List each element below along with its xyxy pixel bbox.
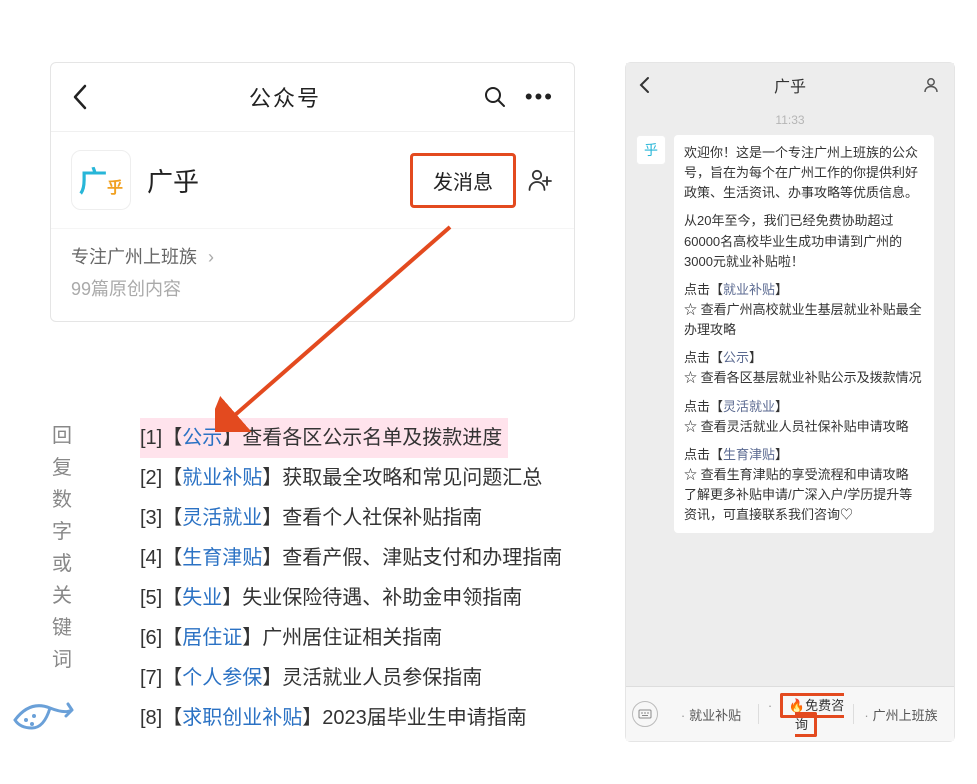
kw-keyword[interactable]: 求职创业补贴 [182,707,302,729]
click-suffix: 】 [775,447,788,462]
keyword-row: [4]【生育津贴】查看产假、津贴支付和办理指南 [140,538,562,578]
doodle-arrow-icon [10,680,90,735]
kw-desc: 】灵活就业人员参保指南 [262,667,482,689]
chat-title: 广乎 [658,73,922,97]
inline-link[interactable]: 生育津贴 [723,447,775,462]
account-bio[interactable]: 专注广州上班族 › [71,243,554,269]
kw-keyword[interactable]: 公示 [182,427,222,449]
hint-char: 数 [50,484,74,516]
vertical-hint: 回复数字或关键词 [50,420,74,676]
welcome-p2: 从20年至今，我们已经免费协助超过60000名高校毕业生成功申请到广州的3000… [684,211,924,271]
profile-meta: 专注广州上班族 › 99篇原创内容 [51,228,574,321]
kw-index: [1]【 [140,427,182,449]
inline-link[interactable]: 就业补贴 [723,282,775,297]
footer-text: 了解更多补贴申请/广深入户/学历提升等资讯，可直接联系我们咨询♡ [684,485,924,525]
kw-keyword[interactable]: 失业 [182,587,222,609]
click-prefix: 点击【 [684,282,723,297]
search-icon[interactable] [483,85,507,109]
hint-char: 回 [50,420,74,452]
kw-keyword[interactable]: 就业补贴 [182,467,262,489]
hint-char: 键 [50,612,74,644]
header-title: 公众号 [87,81,483,113]
keyword-row: [1]【公示】查看各区公示名单及拨款进度 [140,418,508,458]
link-paragraph: 点击【灵活就业】 ☆ 查看灵活就业人员社保补贴申请攻略 [684,397,924,437]
hint-char: 字 [50,516,74,548]
menu-item-right[interactable]: 广州上班族 [854,705,948,724]
link-desc: ☆ 查看广州高校就业生基层就业补贴最全办理攻略 [684,302,922,337]
kw-index: [3]【 [140,507,182,529]
person-icon[interactable] [922,76,942,94]
profile-body: 广乎 广乎 发消息 [51,131,574,228]
link-desc: ☆ 查看各区基层就业补贴公示及拨款情况 [684,370,922,385]
kw-desc: 】获取最全攻略和常见问题汇总 [262,467,542,489]
kw-keyword[interactable]: 居住证 [182,627,242,649]
kw-keyword[interactable]: 生育津贴 [182,547,262,569]
kw-desc: 】查看产假、津贴支付和办理指南 [262,547,562,569]
menu-item-left[interactable]: 就业补贴 [664,705,758,724]
chevron-right-icon: › [208,247,214,267]
account-name: 广乎 [147,162,410,199]
chat-bubble: 欢迎你！这是一个专注广州上班族的公众号，旨在为每个在广州工作的你提供利好政策、生… [674,135,934,533]
link-block: 点击【就业补贴】☆ 查看广州高校就业生基层就业补贴最全办理攻略点击【公示】☆ 查… [684,280,924,485]
fire-icon: 🔥 [789,698,805,713]
kw-index: [6]【 [140,627,182,649]
kw-index: [5]【 [140,587,182,609]
keyword-row: [5]【失业】失业保险待遇、补助金申领指南 [140,578,562,618]
click-prefix: 点击【 [684,350,723,365]
hint-char: 关 [50,580,74,612]
phone-chat-panel: 广乎 11:33 乎 欢迎你！这是一个专注广州上班族的公众号，旨在为每个在广州工… [625,62,955,742]
keyword-row: [2]【就业补贴】获取最全攻略和常见问题汇总 [140,458,562,498]
keyword-row: [7]【个人参保】灵活就业人员参保指南 [140,658,562,698]
hint-char: 或 [50,548,74,580]
more-icon[interactable]: ••• [525,84,554,110]
link-paragraph: 点击【公示】 ☆ 查看各区基层就业补贴公示及拨款情况 [684,348,924,388]
wechat-profile-card: 公众号 ••• 广乎 广乎 发消息 专注广州上班族 › 99篇原创内容 [50,62,575,322]
profile-header: 公众号 ••• [51,63,574,131]
click-prefix: 点击【 [684,399,723,414]
kw-desc: 】查看各区公示名单及拨款进度 [222,427,502,449]
keyword-list: [1]【公示】查看各区公示名单及拨款进度[2]【就业补贴】获取最全攻略和常见问题… [140,418,562,738]
link-paragraph: 点击【生育津贴】 ☆ 查看生育津贴的享受流程和申请攻略 [684,445,924,485]
account-avatar[interactable]: 广乎 [71,150,131,210]
keyword-row: [3]【灵活就业】查看个人社保补贴指南 [140,498,562,538]
bio-text: 专注广州上班族 [71,247,197,267]
inline-link[interactable]: 灵活就业 [723,399,775,414]
chat-avatar[interactable]: 乎 [636,135,666,165]
kw-keyword[interactable]: 个人参保 [182,667,262,689]
chat-message: 乎 欢迎你！这是一个专注广州上班族的公众号，旨在为每个在广州工作的你提供利好政策… [636,135,944,533]
send-message-button[interactable]: 发消息 [410,153,516,208]
link-desc: ☆ 查看灵活就业人员社保补贴申请攻略 [684,419,909,434]
link-desc: ☆ 查看生育津贴的享受流程和申请攻略 [684,467,909,482]
click-suffix: 】 [775,399,788,414]
add-contact-icon[interactable] [528,168,554,192]
click-prefix: 点击【 [684,447,723,462]
chat-timestamp: 11:33 [626,107,954,135]
content-count: 99篇原创内容 [71,275,554,301]
kw-keyword[interactable]: 灵活就业 [182,507,262,529]
click-suffix: 】 [749,350,762,365]
chat-back-icon[interactable] [638,76,658,94]
link-paragraph: 点击【就业补贴】 ☆ 查看广州高校就业生基层就业补贴最全办理攻略 [684,280,924,340]
chat-header: 广乎 [626,63,954,107]
kw-desc: 】查看个人社保补贴指南 [262,507,482,529]
kw-index: [4]【 [140,547,182,569]
welcome-p1: 欢迎你！这是一个专注广州上班族的公众号，旨在为每个在广州工作的你提供利好政策、生… [684,143,924,203]
chat-body: 乎 欢迎你！这是一个专注广州上班族的公众号，旨在为每个在广州工作的你提供利好政策… [626,135,954,686]
kw-desc: 】失业保险待遇、补助金申领指南 [222,587,522,609]
hint-char: 复 [50,452,74,484]
keyword-row: [6]【居住证】广州居住证相关指南 [140,618,562,658]
menu-item-mid[interactable]: 🔥免费咨询 [759,695,853,733]
kw-index: [8]【 [140,707,182,729]
keyboard-icon[interactable] [632,701,658,727]
kw-index: [2]【 [140,467,182,489]
hint-char: 词 [50,644,74,676]
keyword-row: [8]【求职创业补贴】2023届毕业生申请指南 [140,698,562,738]
click-suffix: 】 [775,282,788,297]
kw-index: [7]【 [140,667,182,689]
chat-bottom-menu: 就业补贴 🔥免费咨询 广州上班族 [626,686,954,741]
kw-desc: 】2023届毕业生申请指南 [302,707,527,729]
back-icon[interactable] [71,84,87,110]
kw-desc: 】广州居住证相关指南 [242,627,442,649]
inline-link[interactable]: 公示 [723,350,749,365]
